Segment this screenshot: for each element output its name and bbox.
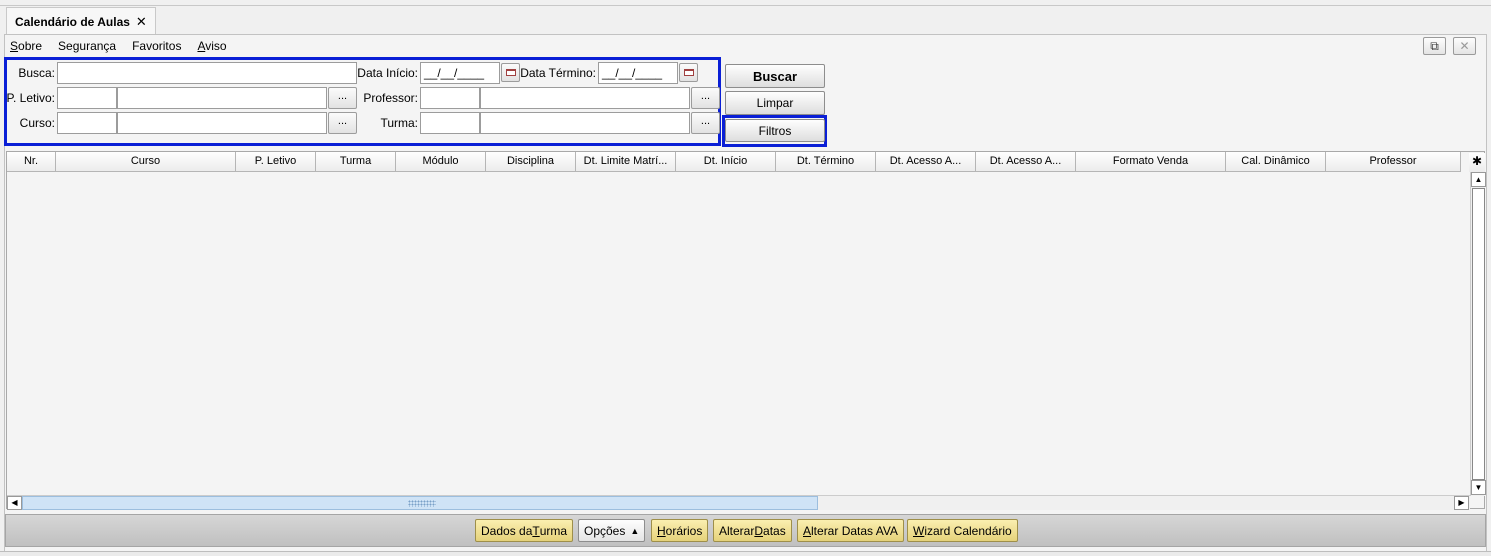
turma-code-input[interactable]: [420, 112, 480, 134]
column-settings-gear-icon[interactable]: ✱: [1469, 153, 1485, 172]
close-window-icon[interactable]: ✕: [1453, 37, 1476, 55]
busca-label: Busca:: [18, 66, 55, 80]
turma-lookup-button[interactable]: ...: [691, 112, 720, 134]
scroll-right-icon[interactable]: ▶: [1454, 496, 1469, 510]
horizontal-scrollbar[interactable]: ◀ ▶: [7, 495, 1470, 510]
column-header-dt-acesso-a-2[interactable]: Dt. Acesso A...: [976, 152, 1076, 172]
alterar-datas-ava-button[interactable]: Alterar Datas AVA: [797, 519, 904, 542]
column-header-dt-termino[interactable]: Dt. Término: [776, 152, 876, 172]
alterar-datas-button[interactable]: Alterar Datas: [713, 519, 792, 542]
curso-lookup-button[interactable]: ...: [328, 112, 357, 134]
horarios-button[interactable]: Horários: [651, 519, 709, 542]
column-header-modulo[interactable]: Módulo: [396, 152, 486, 172]
column-header-dt-acesso-a-1[interactable]: Dt. Acesso A...: [876, 152, 976, 172]
dados-da-turma-button[interactable]: Dados da Turma: [475, 519, 574, 542]
menu-sobre[interactable]: Sobre: [10, 39, 42, 55]
data-termino-input[interactable]: __/__/____: [598, 62, 678, 84]
vertical-scrollbar[interactable]: ▲ ▼: [1470, 172, 1486, 496]
busca-input[interactable]: [57, 62, 357, 84]
scroll-left-icon[interactable]: ◀: [7, 496, 22, 510]
column-header-dt-limite-matricula[interactable]: Dt. Limite Matrí...: [576, 152, 676, 172]
top-border: [0, 0, 1491, 6]
limpar-button[interactable]: Limpar: [725, 91, 825, 115]
horizontal-scroll-thumb[interactable]: [22, 496, 818, 510]
column-header-turma[interactable]: Turma: [316, 152, 396, 172]
popout-window-icon[interactable]: ⧉: [1423, 37, 1446, 55]
column-header-formato-venda[interactable]: Formato Venda: [1076, 152, 1226, 172]
professor-label: Professor:: [363, 91, 418, 105]
wizard-calendario-button[interactable]: Wizard Calendário: [907, 519, 1018, 542]
buscar-button[interactable]: Buscar: [725, 64, 825, 88]
column-header-nr[interactable]: Nr.: [7, 152, 56, 172]
results-grid[interactable]: Nr. Curso P. Letivo Turma Módulo Discipl…: [6, 151, 1486, 510]
curso-description-input[interactable]: [117, 112, 327, 134]
menu-favoritos[interactable]: Favoritos: [132, 39, 181, 55]
filtros-button[interactable]: Filtros: [725, 119, 825, 142]
tab-calendario-de-aulas[interactable]: Calendário de Aulas ✕: [6, 7, 156, 35]
column-header-p-letivo[interactable]: P. Letivo: [236, 152, 316, 172]
opcoes-dropdown-button[interactable]: Opções ▲: [578, 519, 646, 542]
data-inicio-input[interactable]: __/__/____: [420, 62, 500, 84]
p-letivo-lookup-button[interactable]: ...: [328, 87, 357, 109]
data-inicio-calendar-icon[interactable]: [501, 63, 520, 82]
column-header-professor[interactable]: Professor: [1326, 152, 1461, 172]
professor-name-input[interactable]: [480, 87, 690, 109]
p-letivo-code-input[interactable]: [57, 87, 117, 109]
turma-label: Turma:: [380, 116, 418, 130]
curso-code-input[interactable]: [57, 112, 117, 134]
column-header-curso[interactable]: Curso: [56, 152, 236, 172]
data-termino-label: Data Término:: [520, 66, 596, 80]
column-header-dt-inicio[interactable]: Dt. Início: [676, 152, 776, 172]
data-inicio-label: Data Início:: [357, 66, 418, 80]
tab-title: Calendário de Aulas: [15, 14, 130, 29]
p-letivo-description-input[interactable]: [117, 87, 327, 109]
professor-lookup-button[interactable]: ...: [691, 87, 720, 109]
scroll-down-icon[interactable]: ▼: [1471, 480, 1486, 495]
data-termino-calendar-icon[interactable]: [679, 63, 698, 82]
status-bar: [0, 551, 1491, 556]
menu-bar: Sobre Segurança Favoritos Aviso: [10, 39, 243, 55]
column-header-cal-dinamico[interactable]: Cal. Dinâmico: [1226, 152, 1326, 172]
vertical-scroll-thumb[interactable]: [1472, 188, 1485, 480]
caret-up-icon: ▲: [630, 525, 640, 536]
menu-aviso[interactable]: Aviso: [197, 39, 226, 55]
scroll-up-icon[interactable]: ▲: [1471, 172, 1486, 187]
turma-description-input[interactable]: [480, 112, 690, 134]
curso-label: Curso:: [19, 116, 55, 130]
professor-code-input[interactable]: [420, 87, 480, 109]
p-letivo-label: P. Letivo:: [6, 91, 55, 105]
column-header-disciplina[interactable]: Disciplina: [486, 152, 576, 172]
tab-close-icon[interactable]: ✕: [136, 14, 147, 30]
menu-seguranca[interactable]: Segurança: [58, 39, 116, 55]
grid-header: Nr. Curso P. Letivo Turma Módulo Discipl…: [7, 152, 1461, 172]
